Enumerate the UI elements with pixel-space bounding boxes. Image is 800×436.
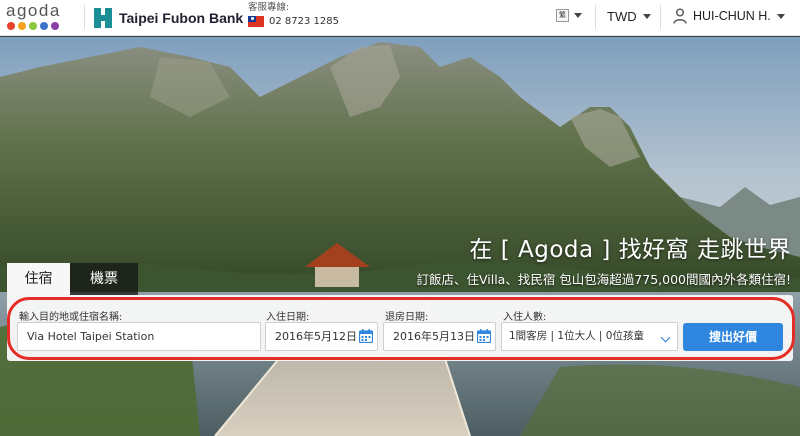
logo-dot xyxy=(29,22,37,30)
language-selector[interactable]: 繁 xyxy=(556,9,582,22)
support-label: 客服專線: xyxy=(248,2,290,13)
chevron-down-icon xyxy=(642,14,651,19)
currency-selector[interactable]: TWD xyxy=(607,9,651,24)
user-menu[interactable]: HUI-CHUN H. xyxy=(673,8,785,24)
support-info: 客服專線: 02 8723 1285 xyxy=(248,1,339,27)
language-badge: 繁 xyxy=(556,9,569,22)
chevron-down-icon xyxy=(776,13,785,19)
logo-text: agoda xyxy=(6,1,61,20)
chevron-down-icon xyxy=(660,332,671,343)
calendar-icon[interactable] xyxy=(477,329,491,343)
user-name: HUI-CHUN H. xyxy=(693,9,771,23)
logo-dot xyxy=(40,22,48,30)
logo-dot xyxy=(7,22,15,30)
partner-name: Taipei Fubon Bank xyxy=(119,10,244,26)
destination-label: 輸入目的地或住宿名稱: xyxy=(19,312,123,323)
header-divider xyxy=(84,5,85,29)
hero-title: 在 [ Agoda ] 找好窩 走跳世界 xyxy=(469,237,791,263)
currency-label: TWD xyxy=(607,9,637,24)
guests-value: 1間客房 | 1位大人 | 0位孩童 xyxy=(509,330,644,342)
header-divider xyxy=(660,5,661,29)
top-bar: agoda Taipei Fubon Bank 客服專線: 02 8723 12… xyxy=(0,0,800,36)
user-icon xyxy=(673,8,687,24)
checkin-date-value: 2016年5月12日 xyxy=(275,330,357,343)
destination-input[interactable]: Via Hotel Taipei Station xyxy=(17,322,261,351)
search-tabs: 住宿 機票 xyxy=(7,263,138,295)
search-button[interactable]: 搜出好價 xyxy=(683,323,783,351)
logo-dot xyxy=(18,22,26,30)
logo-dots xyxy=(7,22,74,30)
fubon-logo-icon xyxy=(94,8,112,28)
checkout-label: 退房日期: xyxy=(385,312,429,323)
partner-logo: Taipei Fubon Bank xyxy=(93,6,243,30)
checkout-date-value: 2016年5月13日 xyxy=(393,330,475,343)
guests-selector[interactable]: 1間客房 | 1位大人 | 0位孩童 xyxy=(501,322,678,351)
logo-dot xyxy=(51,22,59,30)
guests-label: 入住人數: xyxy=(503,312,547,323)
chevron-down-icon xyxy=(574,13,582,18)
tab-hotels[interactable]: 住宿 xyxy=(7,263,70,295)
header-divider xyxy=(595,5,596,29)
checkout-date-field[interactable]: 2016年5月13日 xyxy=(383,322,496,351)
tab-flights[interactable]: 機票 xyxy=(70,263,138,295)
checkin-label: 入住日期: xyxy=(266,312,310,323)
hero-subtitle: 訂飯店、住Villa、找民宿 包山包海超過775,000間國內外各類住宿! xyxy=(416,272,791,287)
support-phone: 02 8723 1285 xyxy=(269,16,339,27)
hero-banner: 在 [ Agoda ] 找好窩 走跳世界 訂飯店、住Villa、找民宿 包山包海… xyxy=(0,37,800,436)
calendar-icon[interactable] xyxy=(359,329,373,343)
agoda-logo[interactable]: agoda xyxy=(6,2,74,32)
taiwan-flag-icon xyxy=(248,16,264,27)
checkin-date-field[interactable]: 2016年5月12日 xyxy=(265,322,378,351)
